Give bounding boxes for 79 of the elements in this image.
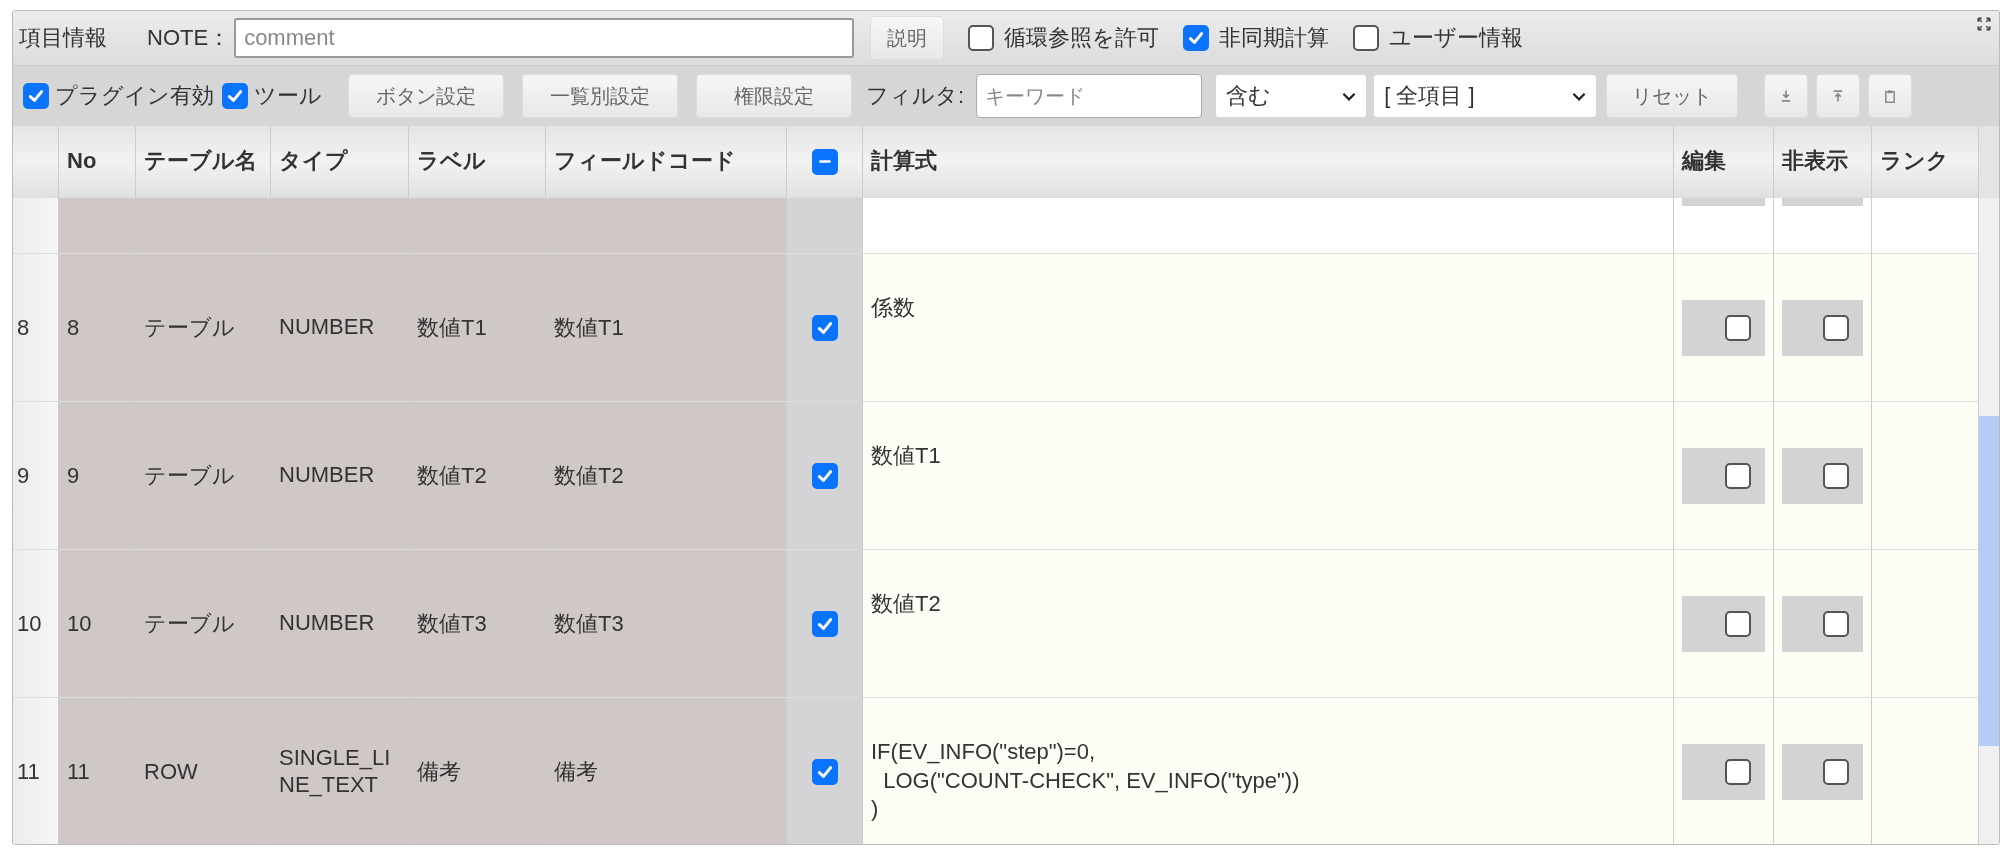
table-cell: 8 [59, 254, 136, 402]
table-cell: 数値T3 [409, 550, 546, 698]
column-header: フィールドコード [546, 126, 787, 198]
settings-button[interactable]: 権限設定 [696, 74, 852, 118]
checkbox[interactable] [1823, 758, 1849, 785]
table-cell: 数値T2 [546, 402, 787, 550]
checkbox[interactable] [811, 758, 838, 785]
checkbox[interactable] [222, 83, 248, 109]
table-cell: 10 [59, 550, 136, 698]
checkbox[interactable] [1725, 462, 1751, 489]
settings-button[interactable]: 一覧別設定 [522, 74, 678, 118]
checkbox[interactable] [1183, 25, 1210, 51]
clipboard-button[interactable] [1868, 74, 1913, 118]
chevron-down-icon [1572, 91, 1587, 101]
table-cell: テーブル [136, 550, 271, 698]
select-all-checkbox[interactable] [811, 148, 838, 175]
checkbox-label: 非同期計算 [1219, 24, 1330, 52]
table-cell: NUMBER [271, 254, 409, 402]
checkbox[interactable] [1823, 462, 1849, 489]
expand-icon[interactable] [1977, 17, 1991, 31]
checkbox[interactable] [1725, 610, 1751, 637]
row-number: 8 [13, 254, 59, 402]
row-number: 10 [13, 550, 59, 698]
table-cell: 備考 [546, 698, 787, 844]
formula-cell: IF(EV_INFO("step")=0, LOG("COUNT-CHECK", EV_INFO("type")) ) [863, 698, 1674, 844]
formula-cell: 数値T2 [863, 550, 1674, 698]
table-cell: NUMBER [271, 550, 409, 698]
checkbox-label: ツール [254, 82, 322, 110]
column-header: テーブル名 [136, 126, 271, 198]
formula-cell: 数値T1 [863, 402, 1674, 550]
checkbox[interactable] [811, 610, 838, 637]
note-label: NOTE： [147, 24, 231, 52]
column-header: タイプ [271, 126, 409, 198]
formula-cell: 係数 [863, 254, 1674, 402]
scrollbar-thumb[interactable] [1979, 416, 1999, 746]
table-cell: 備考 [409, 698, 546, 844]
column-header: ランク [1872, 126, 1979, 198]
table-cell: NUMBER [271, 402, 409, 550]
row-number: 11 [13, 698, 59, 844]
chevron-down-icon [1342, 91, 1357, 101]
settings-button[interactable]: ボタン設定 [348, 74, 504, 118]
help-button[interactable]: 説明 [870, 16, 945, 60]
checkbox[interactable] [1725, 314, 1751, 341]
checkbox[interactable] [811, 462, 838, 489]
checkbox[interactable] [1823, 610, 1849, 637]
panel-title: 項目情報 [19, 24, 107, 52]
column-header: 編集 [1674, 126, 1774, 198]
table-cell: 数値T1 [409, 254, 546, 402]
checkbox[interactable] [1353, 25, 1380, 51]
column-header: 計算式 [863, 126, 1674, 198]
table-cell: 11 [59, 698, 136, 844]
checkbox-label: 循環参照を許可 [1004, 24, 1160, 52]
checkbox[interactable] [23, 83, 49, 109]
checkbox[interactable] [1823, 314, 1849, 341]
note-field[interactable]: comment [234, 18, 855, 58]
keyword-field[interactable]: キーワード [976, 74, 1203, 118]
column-header: No [59, 126, 136, 198]
filter-label: フィルタ: [866, 82, 965, 110]
checkbox[interactable] [811, 314, 838, 341]
checkbox[interactable] [968, 25, 995, 51]
clipboard-icon [1883, 89, 1898, 103]
checkbox[interactable] [1725, 758, 1751, 785]
reset-button[interactable]: リセット [1606, 74, 1739, 118]
table-cell: テーブル [136, 254, 271, 402]
match-select[interactable]: 含む [1216, 75, 1367, 117]
column-header: ラベル [409, 126, 546, 198]
row-number: 9 [13, 402, 59, 550]
minus-icon [818, 160, 831, 163]
table-cell: ROW [136, 698, 271, 844]
checkbox-label: プラグイン有効 [55, 82, 214, 110]
field-select[interactable]: [ 全項目 ] [1374, 75, 1597, 117]
table-cell: 9 [59, 402, 136, 550]
table-cell: 数値T1 [546, 254, 787, 402]
table-cell: 数値T3 [546, 550, 787, 698]
table-cell: 数値T2 [409, 402, 546, 550]
checkbox-label: ユーザー情報 [1389, 24, 1524, 52]
column-header: 非表示 [1774, 126, 1872, 198]
table-cell: SINGLE_LINE_TEXT [271, 698, 409, 844]
table-cell: テーブル [136, 402, 271, 550]
